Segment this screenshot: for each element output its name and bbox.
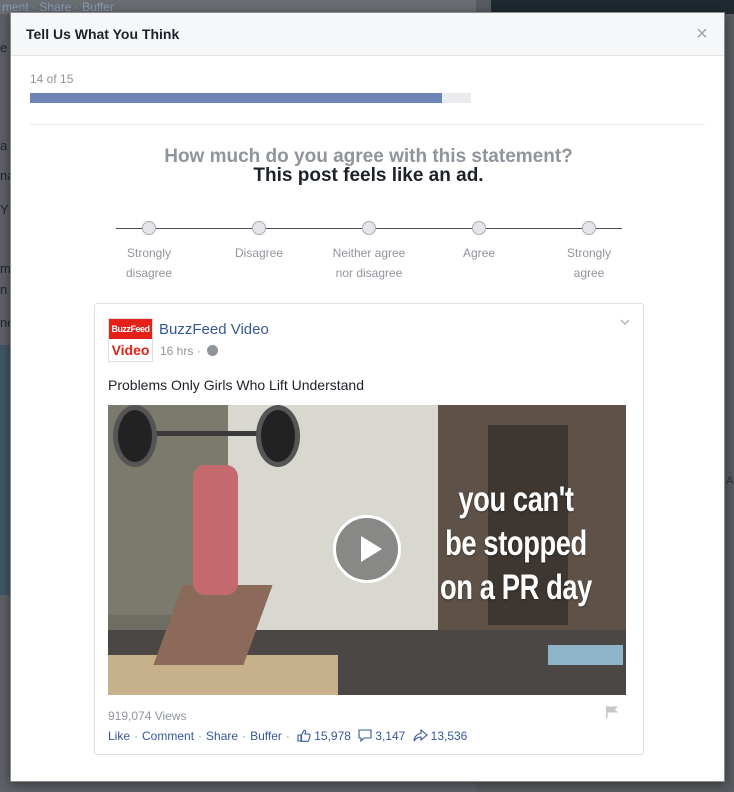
share-link[interactable]: Share bbox=[206, 729, 238, 743]
meta-separator: · bbox=[196, 344, 205, 358]
video-player[interactable]: you can't be stopped on a PR day bbox=[108, 405, 626, 695]
page-avatar[interactable]: BuzzFeed Video bbox=[108, 318, 153, 362]
scale-label-line: Disagree bbox=[234, 246, 284, 260]
scale-label-line: Neither agree bbox=[332, 246, 406, 260]
video-overlay-text: you can't be stopped on a PR day bbox=[438, 478, 594, 610]
video-scene bbox=[548, 645, 623, 665]
scale-label-disagree[interactable]: Disagree bbox=[204, 243, 314, 263]
scale-label-line: nor disagree bbox=[335, 266, 403, 280]
action-separator: · bbox=[285, 729, 290, 743]
comment-icon bbox=[358, 729, 372, 743]
play-icon bbox=[361, 536, 382, 562]
scale-label-neutral[interactable]: Neither agree nor disagree bbox=[314, 243, 424, 283]
progress-bar bbox=[30, 93, 471, 103]
background-fragment: AL bbox=[726, 475, 734, 487]
logo-bottom-text: Video bbox=[109, 339, 152, 358]
dialog-title: Tell Us What You Think bbox=[26, 26, 180, 42]
overlay-line: you can't bbox=[458, 480, 574, 519]
scale-option-strongly-agree[interactable] bbox=[582, 221, 596, 235]
scale-label-line: Strongly bbox=[566, 246, 612, 260]
flag-icon[interactable] bbox=[605, 705, 619, 719]
close-icon[interactable]: × bbox=[692, 24, 712, 44]
scale-label-strongly-agree[interactable]: Strongly agree bbox=[534, 243, 644, 283]
post-timestamp: 16 hrs · bbox=[160, 344, 219, 358]
dialog-header: Tell Us What You Think × bbox=[11, 13, 724, 56]
scale-option-disagree[interactable] bbox=[252, 221, 266, 235]
page-name-link[interactable]: BuzzFeed Video bbox=[159, 321, 269, 338]
action-separator: · bbox=[198, 729, 203, 743]
action-separator: · bbox=[134, 729, 139, 743]
like-link[interactable]: Like bbox=[108, 729, 130, 743]
post-actions: Like · Comment · Share · Buffer · 15,978 3,147 … bbox=[108, 728, 468, 743]
globe-icon bbox=[207, 345, 219, 356]
buffer-link[interactable]: Buffer bbox=[250, 729, 282, 743]
share-count[interactable]: 13,536 bbox=[431, 729, 468, 743]
scale-label-agree[interactable]: Agree bbox=[424, 243, 534, 263]
logo-top-text: BuzzFeed bbox=[109, 319, 152, 339]
scale-option-strongly-disagree[interactable] bbox=[142, 221, 156, 235]
video-scene bbox=[256, 405, 300, 467]
share-icon bbox=[413, 728, 428, 742]
view-count: 919,074 Views bbox=[108, 709, 187, 723]
comment-link[interactable]: Comment bbox=[142, 729, 194, 743]
scale-label-line: disagree bbox=[125, 266, 173, 280]
post-text: Problems Only Girls Who Lift Understand bbox=[108, 377, 364, 393]
play-button[interactable] bbox=[333, 515, 401, 583]
overlay-line: be stopped bbox=[445, 524, 587, 563]
scale-option-agree[interactable] bbox=[472, 221, 486, 235]
post-card: BuzzFeed Video BuzzFeed Video 16 hrs · P… bbox=[94, 303, 644, 755]
chevron-down-icon[interactable] bbox=[619, 316, 631, 328]
scale-label-strongly-disagree[interactable]: Strongly disagree bbox=[94, 243, 204, 283]
like-count[interactable]: 15,978 bbox=[314, 729, 351, 743]
divider bbox=[30, 124, 705, 125]
scale-option-neutral[interactable] bbox=[362, 221, 376, 235]
comment-count[interactable]: 3,147 bbox=[375, 729, 405, 743]
video-scene bbox=[113, 405, 157, 467]
progress-label: 14 of 15 bbox=[30, 72, 74, 86]
overlay-line: on a PR day bbox=[440, 568, 592, 607]
background-fragment: Y bbox=[0, 202, 9, 217]
action-separator: · bbox=[242, 729, 247, 743]
thumbs-up-icon bbox=[297, 729, 311, 742]
video-scene bbox=[193, 465, 238, 595]
scale-label-line: Strongly bbox=[126, 246, 172, 260]
scale-label-line: agree bbox=[573, 266, 605, 280]
post-time[interactable]: 16 hrs bbox=[160, 344, 193, 358]
scale-label-line: Agree bbox=[462, 246, 496, 260]
background-fragment: a bbox=[0, 138, 8, 153]
progress-fill bbox=[30, 93, 442, 103]
background-fragment: n bbox=[0, 282, 8, 297]
question-statement: This post feels like an ad. bbox=[253, 165, 484, 186]
feedback-dialog: Tell Us What You Think × 14 of 15 How mu… bbox=[10, 12, 725, 782]
